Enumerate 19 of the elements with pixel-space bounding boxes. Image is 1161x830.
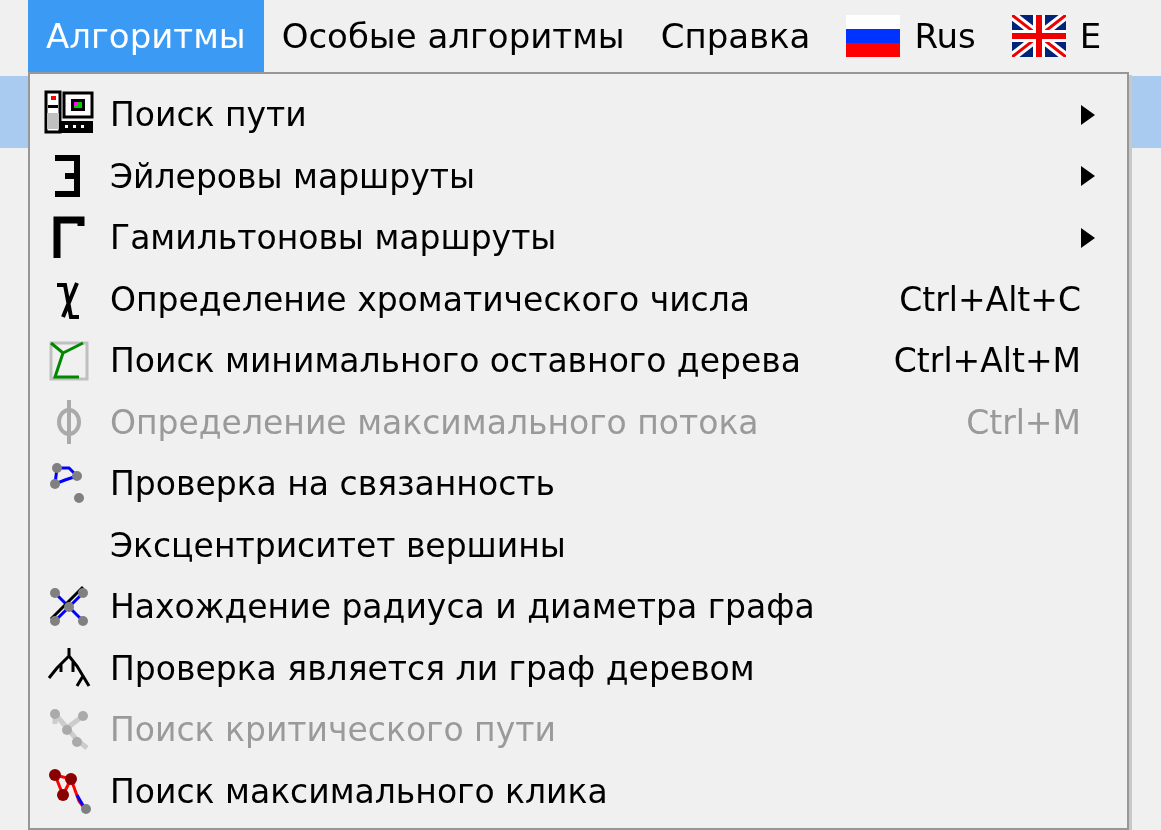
language-button[interactable]: E [993, 0, 1120, 72]
russian-flag-icon [846, 15, 901, 57]
menu-item[interactable]: Проверка является ли граф деревом [110, 648, 755, 688]
shortcut-text: Ctrl+Alt+C [899, 279, 1081, 319]
menu-item[interactable]: Поиск пути [110, 95, 307, 135]
menu-item[interactable]: Нахождение радиуса и диаметра графа [110, 587, 815, 627]
language-button[interactable]: Rus [828, 0, 994, 72]
shortcut-text: Ctrl+M [966, 402, 1081, 442]
menu-item[interactable]: Поиск максимального клика [110, 771, 608, 811]
menu-bar-item[interactable]: Особые алгоритмы [263, 0, 643, 72]
shortcut-text: Ctrl+Alt+M [893, 341, 1081, 381]
menu-item[interactable]: Эйлеровы маршруты [110, 156, 476, 196]
menu-item[interactable]: Гамильтоновы маршруты [110, 218, 557, 258]
british-flag-icon [1011, 15, 1066, 57]
menu-item[interactable]: Эксцентриситет вершины [110, 525, 566, 565]
menu-bar-item[interactable]: Справка [642, 0, 829, 72]
menu-item[interactable]: Поиск минимального оставного дерева [110, 341, 801, 381]
menu-item[interactable]: Определение хроматического числа [110, 279, 751, 319]
menu-item[interactable]: Проверка на связанность [110, 464, 555, 504]
